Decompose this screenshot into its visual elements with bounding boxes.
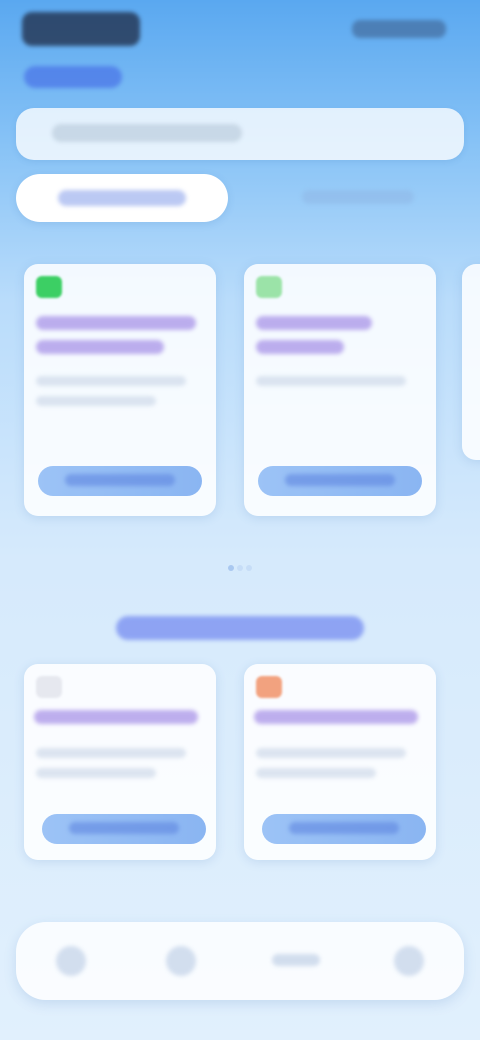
search-bar[interactable] xyxy=(16,108,464,160)
card-title xyxy=(256,316,372,330)
card-body-line xyxy=(256,748,406,758)
card-cta-label xyxy=(285,474,395,486)
user-icon[interactable] xyxy=(394,946,424,976)
featured-card[interactable] xyxy=(24,264,216,516)
card-title xyxy=(34,710,198,724)
status-icons xyxy=(352,20,446,38)
card-cta-button[interactable] xyxy=(258,466,422,496)
card-cta-label xyxy=(289,822,399,834)
card-body-line xyxy=(256,376,406,386)
featured-card[interactable] xyxy=(244,264,436,516)
card-cta-button[interactable] xyxy=(262,814,426,844)
grid-icon[interactable] xyxy=(166,946,196,976)
feature-card[interactable] xyxy=(244,664,436,860)
status-bar xyxy=(0,0,480,64)
segment-inactive[interactable] xyxy=(302,190,414,204)
card-title-line-2 xyxy=(256,340,344,354)
section-title xyxy=(116,616,364,640)
featured-card-peek[interactable] xyxy=(462,264,480,460)
feature-icon xyxy=(36,676,62,698)
search-placeholder xyxy=(52,124,242,142)
segment-active-label xyxy=(58,190,186,206)
card-body-line xyxy=(256,768,376,778)
carousel-indicator xyxy=(226,560,254,578)
app-logo xyxy=(22,12,140,46)
card-title xyxy=(36,316,196,330)
badge-icon xyxy=(256,276,282,298)
card-body-line xyxy=(36,396,156,406)
card-body-line xyxy=(36,376,186,386)
nav-center-item[interactable] xyxy=(272,954,320,966)
card-body-line xyxy=(36,768,156,778)
segmented-control xyxy=(16,170,464,228)
app-subtitle xyxy=(24,66,122,88)
segment-active[interactable] xyxy=(16,174,228,222)
feature-icon xyxy=(256,676,282,698)
badge-icon xyxy=(36,276,62,298)
card-cta-label xyxy=(65,474,175,486)
home-icon[interactable] xyxy=(56,946,86,976)
bottom-navigation xyxy=(16,922,464,1000)
card-title-line-2 xyxy=(36,340,164,354)
card-body-line xyxy=(36,748,186,758)
card-title xyxy=(254,710,418,724)
feature-card[interactable] xyxy=(24,664,216,860)
card-cta-button[interactable] xyxy=(42,814,206,844)
card-cta-button[interactable] xyxy=(38,466,202,496)
card-cta-label xyxy=(69,822,179,834)
